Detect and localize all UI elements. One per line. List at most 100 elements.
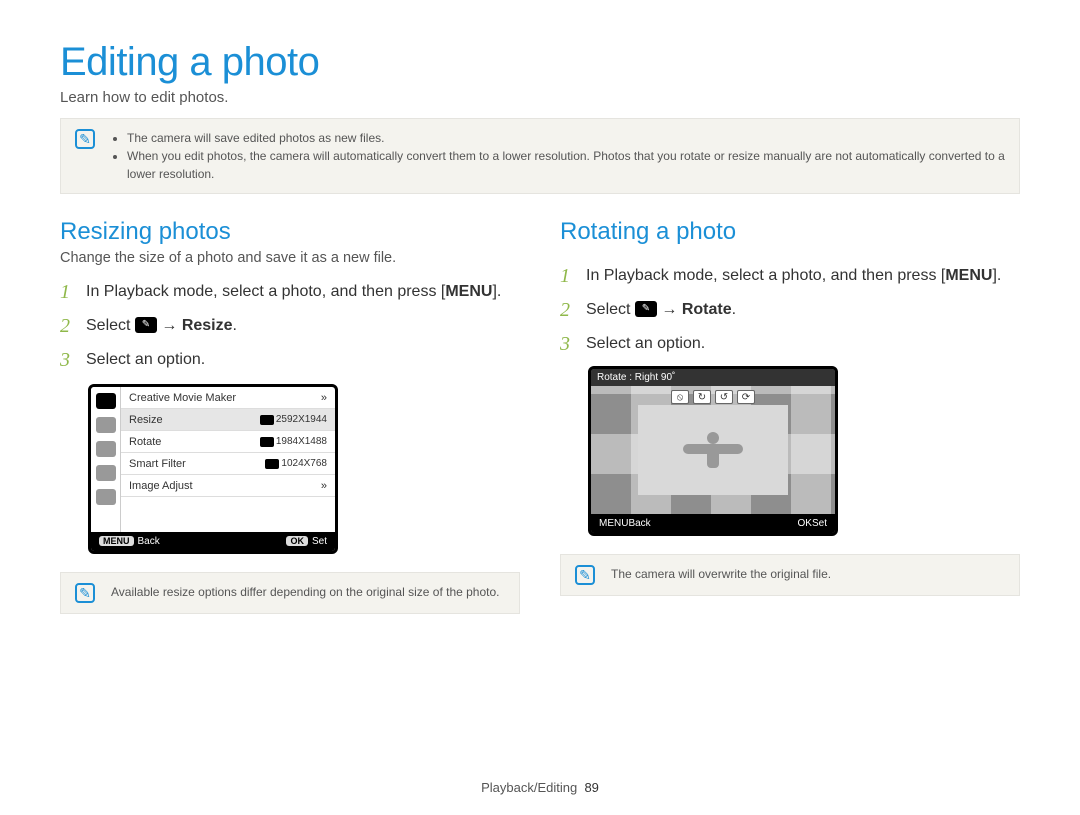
- menu-item-label: Resize: [129, 414, 163, 426]
- step-number: 2: [60, 314, 76, 338]
- step-text: Select ✎ → Rotate.: [586, 298, 1020, 322]
- top-note-item: The camera will save edited photos as ne…: [127, 129, 1005, 147]
- ok-chip: OK: [286, 536, 308, 546]
- back-label: Back: [138, 536, 160, 547]
- top-note-box: ✎ The camera will save edited photos as …: [60, 118, 1020, 194]
- rotate-stage: ⦸ ↻ ↺ ⟳: [591, 386, 835, 514]
- footer-page-number: 89: [584, 780, 598, 795]
- page-footer: Playback/Editing 89: [0, 780, 1080, 795]
- step-text: In Playback mode, select a photo, and th…: [586, 264, 1020, 288]
- bracket: ].: [992, 267, 1001, 284]
- menu-item-label: Creative Movie Maker: [129, 392, 236, 404]
- arrow: →: [157, 317, 182, 334]
- step-text: Select ✎ → Resize.: [86, 314, 520, 338]
- step-fragment: Select: [86, 317, 135, 334]
- arrow: →: [657, 301, 682, 318]
- step-number: 3: [60, 348, 76, 372]
- resize-menu-screenshot: Creative Movie Maker » Resize 2592X1944 Ro…: [88, 384, 338, 554]
- menu-row: Creative Movie Maker »: [121, 387, 335, 409]
- menu-item-label: Image Adjust: [129, 480, 193, 492]
- rotate-footer: MENUBack OKSet: [591, 514, 835, 533]
- sidebar-icon: [96, 489, 116, 505]
- menu-label: MENU: [445, 283, 492, 300]
- section-sub-resizing: Change the size of a photo and save it a…: [60, 250, 520, 266]
- menu-label: MENU: [945, 267, 992, 284]
- back-label: Back: [628, 518, 650, 529]
- menu-chip: MENU: [99, 536, 134, 546]
- menu-row: Image Adjust »: [121, 475, 335, 497]
- rotate-toolbar: ⦸ ↻ ↺ ⟳: [671, 390, 755, 404]
- resolution-icon: [260, 437, 274, 447]
- screenshot-menu: Creative Movie Maker » Resize 2592X1944 Ro…: [121, 387, 335, 532]
- note-icon: ✎: [75, 583, 95, 603]
- sidebar-icon: [96, 441, 116, 457]
- rotate-off-icon: ⦸: [671, 390, 689, 404]
- set-label: Set: [312, 536, 327, 547]
- chevron-icon: »: [321, 480, 327, 492]
- resolution-value: 2592X1944: [276, 414, 327, 425]
- step-fragment: In Playback mode, select a photo, and th…: [586, 267, 941, 284]
- chevron-icon: »: [321, 392, 327, 404]
- step-text: Select an option.: [86, 348, 520, 372]
- period: .: [233, 317, 237, 334]
- menu-chip: MENU: [599, 518, 628, 529]
- sidebar-icon: [96, 417, 116, 433]
- rotate-header: Rotate : Right 90˚: [591, 369, 835, 386]
- screenshot-footer: MENU Back OK Set: [91, 532, 335, 551]
- note-icon: ✎: [75, 129, 95, 149]
- step-number: 1: [60, 280, 76, 304]
- step-1: 1 In Playback mode, select a photo, and …: [560, 264, 1020, 288]
- step-text: Select an option.: [586, 332, 1020, 356]
- ok-chip: OK: [798, 518, 812, 529]
- step-2: 2 Select ✎ → Rotate.: [560, 298, 1020, 322]
- rotate-left-icon: ↺: [715, 390, 733, 404]
- bracket: ].: [492, 283, 501, 300]
- resolution-icon: [265, 459, 279, 469]
- top-note-list: The camera will save edited photos as ne…: [111, 129, 1005, 183]
- rotate-180-icon: ⟳: [737, 390, 755, 404]
- step-fragment: In Playback mode, select a photo, and th…: [86, 283, 441, 300]
- sidebar-icon: [96, 393, 116, 409]
- resize-note-text: Available resize options differ dependin…: [111, 583, 500, 601]
- period: .: [732, 301, 736, 318]
- rotate-preview: [638, 405, 788, 495]
- footer-section: Playback/Editing: [481, 780, 577, 795]
- menu-row: Resize 2592X1944: [121, 409, 335, 431]
- rotate-note-box: ✎ The camera will overwrite the original…: [560, 554, 1020, 596]
- resize-note-box: ✎ Available resize options differ depend…: [60, 572, 520, 614]
- step-1: 1 In Playback mode, select a photo, and …: [60, 280, 520, 304]
- menu-item-label: Smart Filter: [129, 458, 186, 470]
- step-number: 3: [560, 332, 576, 356]
- resizing-section: Resizing photos Change the size of a pho…: [60, 218, 520, 638]
- sidebar-icon: [96, 465, 116, 481]
- note-icon: ✎: [575, 565, 595, 585]
- rotate-right-icon: ↻: [693, 390, 711, 404]
- person-silhouette: [673, 430, 753, 470]
- action-name: Rotate: [682, 301, 732, 318]
- screenshot-sidebar: [91, 387, 121, 532]
- section-heading-rotating: Rotating a photo: [560, 218, 1020, 246]
- step-text: In Playback mode, select a photo, and th…: [86, 280, 520, 304]
- rotating-section: Rotating a photo 1 In Playback mode, sel…: [560, 218, 1020, 638]
- resolution-value: 1984X1488: [276, 436, 327, 447]
- rotate-screenshot: Rotate : Right 90˚ ⦸ ↻ ↺ ⟳ MENUBac: [588, 366, 838, 536]
- page-title: Editing a photo: [60, 40, 1020, 85]
- top-note-item: When you edit photos, the camera will au…: [127, 147, 1005, 183]
- resolution-value: 1024X768: [281, 458, 327, 469]
- edit-icon: ✎: [135, 317, 157, 333]
- menu-row: Smart Filter 1024X768: [121, 453, 335, 475]
- menu-item-label: Rotate: [129, 436, 161, 448]
- section-heading-resizing: Resizing photos: [60, 218, 520, 246]
- step-3: 3 Select an option.: [60, 348, 520, 372]
- set-label: Set: [812, 518, 827, 529]
- step-number: 2: [560, 298, 576, 322]
- resolution-icon: [260, 415, 274, 425]
- step-number: 1: [560, 264, 576, 288]
- edit-icon: ✎: [635, 301, 657, 317]
- page-subtitle: Learn how to edit photos.: [60, 89, 1020, 106]
- action-name: Resize: [182, 317, 233, 334]
- rotate-note-text: The camera will overwrite the original f…: [611, 565, 831, 583]
- step-fragment: Select: [586, 301, 635, 318]
- menu-row: Rotate 1984X1488: [121, 431, 335, 453]
- step-3: 3 Select an option.: [560, 332, 1020, 356]
